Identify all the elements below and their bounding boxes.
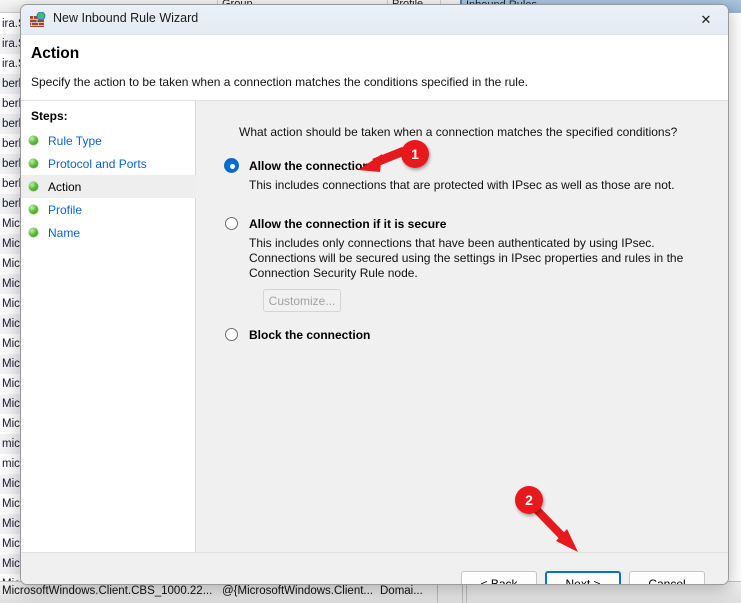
step-item-protocol-and-ports[interactable]: Protocol and Ports	[21, 152, 196, 175]
content-pane: What action should be taken when a conne…	[197, 101, 728, 552]
step-item-profile[interactable]: Profile	[21, 198, 196, 221]
firewall-brick-globe-icon	[30, 11, 46, 28]
status-cell-group: @{MicrosoftWindows.Client...	[222, 585, 373, 597]
customize-button[interactable]: Customize...	[263, 289, 341, 312]
action-radio-group[interactable]: Allow the connection This includes connec…	[225, 157, 705, 344]
step-label: Profile	[48, 202, 83, 217]
step-bullet-icon	[29, 228, 38, 237]
dialog-header: Action Specify the action to be taken wh…	[21, 35, 728, 101]
radio-option-block-the-connection[interactable]: Block the connection	[225, 326, 705, 344]
step-bullet-icon	[29, 182, 38, 191]
step-bullet-icon	[29, 136, 38, 145]
step-bullet-icon	[29, 159, 38, 168]
radio-allow-the-connection-if-it-is-secure-icon[interactable]	[225, 217, 238, 230]
steps-pane: Steps: Rule Type Protocol and Ports Action…	[21, 101, 196, 552]
dialog-titlebar[interactable]: New Inbound Rule Wizard ✕	[21, 5, 728, 35]
step-label: Rule Type	[48, 133, 102, 148]
step-label: Name	[48, 225, 81, 240]
dialog-body: Steps: Rule Type Protocol and Ports Action…	[21, 101, 728, 552]
step-label: Protocol and Ports	[48, 156, 147, 171]
next-button[interactable]: Next >	[545, 571, 621, 584]
step-label: Action	[48, 179, 82, 194]
radio-description: This includes only connections that have…	[249, 236, 684, 280]
step-item-rule-type[interactable]: Rule Type	[21, 129, 196, 152]
steps-list[interactable]: Rule Type Protocol and Ports Action Profile…	[21, 129, 196, 244]
back-button[interactable]: < Back	[461, 571, 537, 584]
radio-block-the-connection-icon[interactable]	[225, 328, 238, 341]
radio-option-allow-the-connection[interactable]: Allow the connection This includes connec…	[225, 157, 705, 193]
radio-allow-the-connection-selected-icon[interactable]	[225, 159, 238, 172]
status-cell-name: MicrosoftWindows.Client.CBS_1000.22...	[2, 585, 213, 597]
radio-description: This includes connections that are prote…	[249, 178, 675, 192]
status-divider	[462, 583, 463, 603]
radio-label[interactable]: Allow the connection	[249, 159, 370, 173]
step-item-action[interactable]: Action	[21, 175, 196, 198]
radio-option-allow-the-connection-if-it-is-secure[interactable]: Allow the connection if it is secure This…	[225, 215, 705, 312]
dialog-title: New Inbound Rule Wizard	[53, 11, 199, 25]
page-title: Action	[31, 45, 80, 62]
step-item-name[interactable]: Name	[21, 221, 196, 244]
dialog-footer: < Back Next > Cancel	[21, 552, 728, 584]
status-divider	[466, 583, 467, 603]
radio-label[interactable]: Block the connection	[249, 328, 370, 342]
new-inbound-rule-wizard-dialog: New Inbound Rule Wizard ✕ Action Specify…	[20, 4, 729, 585]
steps-heading: Steps:	[31, 109, 68, 123]
close-icon[interactable]: ✕	[684, 5, 728, 34]
step-bullet-icon	[29, 205, 38, 214]
status-divider	[437, 583, 438, 603]
action-question: What action should be taken when a conne…	[239, 125, 678, 139]
page-subtitle: Specify the action to be taken when a co…	[31, 75, 528, 89]
radio-label[interactable]: Allow the connection if it is secure	[249, 217, 446, 231]
cancel-button[interactable]: Cancel	[629, 571, 705, 584]
status-cell-profile: Domai...	[380, 585, 423, 597]
